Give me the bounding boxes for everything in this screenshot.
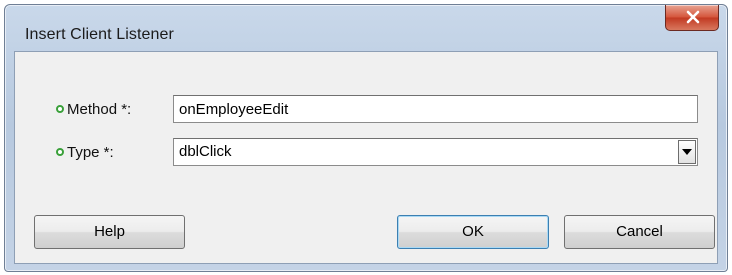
ok-button-label: OK [462, 223, 484, 240]
method-row: Method *: [15, 95, 717, 123]
help-button-label: Help [94, 223, 125, 240]
ok-button[interactable]: OK [397, 215, 549, 249]
required-indicator-icon [56, 148, 64, 156]
type-select[interactable]: dblClick [173, 138, 698, 166]
chevron-down-icon [682, 149, 692, 155]
close-button[interactable] [665, 5, 719, 31]
method-label: Method *: [67, 101, 132, 118]
close-icon [686, 10, 700, 24]
method-input[interactable] [173, 95, 698, 123]
type-label: Type *: [67, 144, 114, 161]
dialog-content: Method *: Type *: dblClick Help [14, 51, 718, 264]
cancel-button[interactable]: Cancel [564, 215, 715, 249]
help-button[interactable]: Help [34, 215, 185, 249]
page: Insert Client Listener Method *: Type *:… [0, 0, 732, 275]
type-row: Type *: dblClick [15, 138, 717, 166]
insert-client-listener-dialog: Insert Client Listener Method *: Type *:… [4, 4, 728, 272]
cancel-button-label: Cancel [616, 223, 663, 240]
required-indicator-icon [56, 105, 64, 113]
type-selected-value: dblClick [179, 143, 232, 160]
type-dropdown-button[interactable] [678, 140, 696, 164]
title-bar[interactable]: Insert Client Listener [5, 5, 727, 51]
dialog-title: Insert Client Listener [25, 26, 174, 43]
